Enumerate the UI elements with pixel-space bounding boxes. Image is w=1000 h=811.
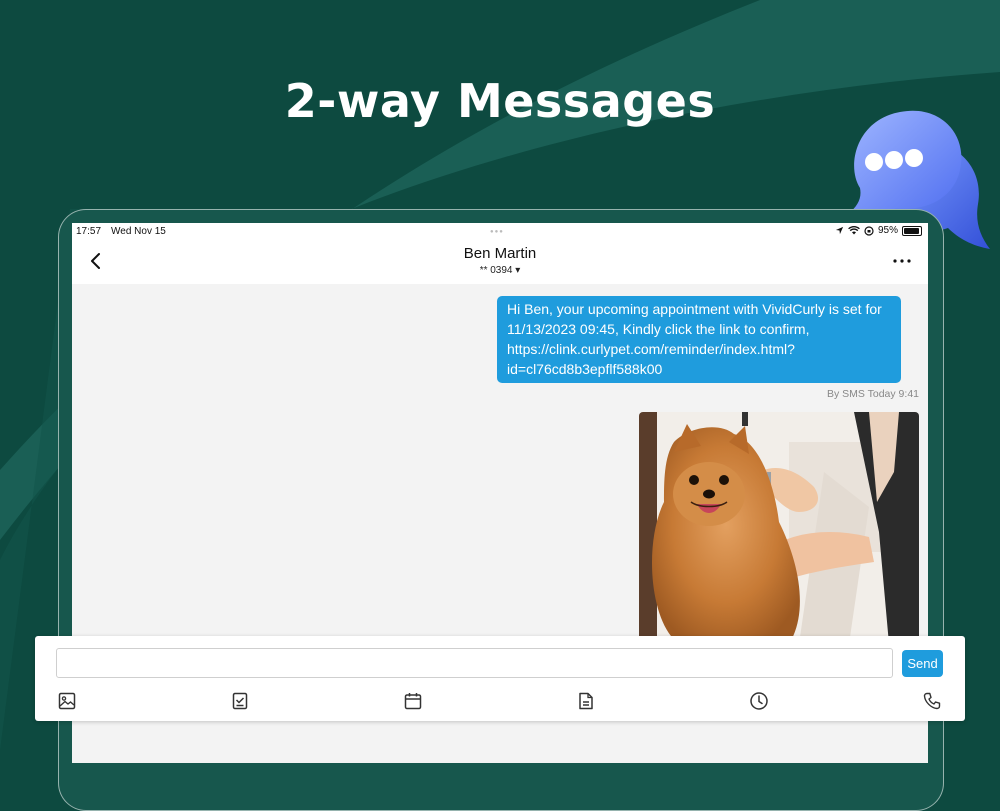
battery-fill — [904, 227, 919, 234]
more-dots-icon — [893, 259, 911, 263]
checklist-button[interactable] — [230, 691, 250, 711]
orientation-lock-icon — [864, 225, 874, 236]
calendar-icon — [404, 693, 422, 710]
contact-number-selector[interactable]: ** 0394 ▾ — [72, 265, 928, 276]
outgoing-message-bubble[interactable]: Hi Ben, your upcoming appointment with V… — [497, 296, 901, 383]
wifi-icon — [848, 226, 860, 235]
battery-percent: 95% — [877, 225, 898, 236]
template-button[interactable] — [576, 691, 596, 711]
send-button[interactable]: Send — [902, 650, 943, 677]
checklist-icon — [232, 692, 248, 710]
more-button[interactable] — [892, 251, 912, 271]
clock-icon — [750, 692, 768, 710]
message-input[interactable] — [56, 648, 893, 678]
phone-icon — [923, 692, 941, 710]
message-composer: Send — [35, 636, 965, 721]
status-time: 17:57 — [76, 226, 102, 237]
pomeranian-photo — [639, 412, 919, 644]
camera-dots-icon: ●●● — [490, 229, 504, 235]
attach-image-button[interactable] — [57, 691, 77, 711]
battery-icon — [902, 225, 922, 236]
conversation-header: Ben Martin ** 0394 ▾ — [72, 241, 928, 284]
status-icons: 95% — [835, 225, 922, 236]
document-icon — [579, 692, 593, 710]
status-bar: 17:57 Wed Nov 15 ●●● 95% — [72, 223, 928, 241]
call-button[interactable] — [922, 691, 942, 711]
image-icon — [58, 692, 76, 710]
message-meta: By SMS Today 9:41 — [826, 388, 919, 400]
location-icon — [835, 226, 844, 235]
contact-name: Ben Martin — [463, 245, 537, 262]
status-date: Wed Nov 15 — [111, 226, 166, 237]
message-photo[interactable] — [639, 412, 919, 644]
schedule-button[interactable] — [749, 691, 769, 711]
calendar-button[interactable] — [403, 691, 423, 711]
